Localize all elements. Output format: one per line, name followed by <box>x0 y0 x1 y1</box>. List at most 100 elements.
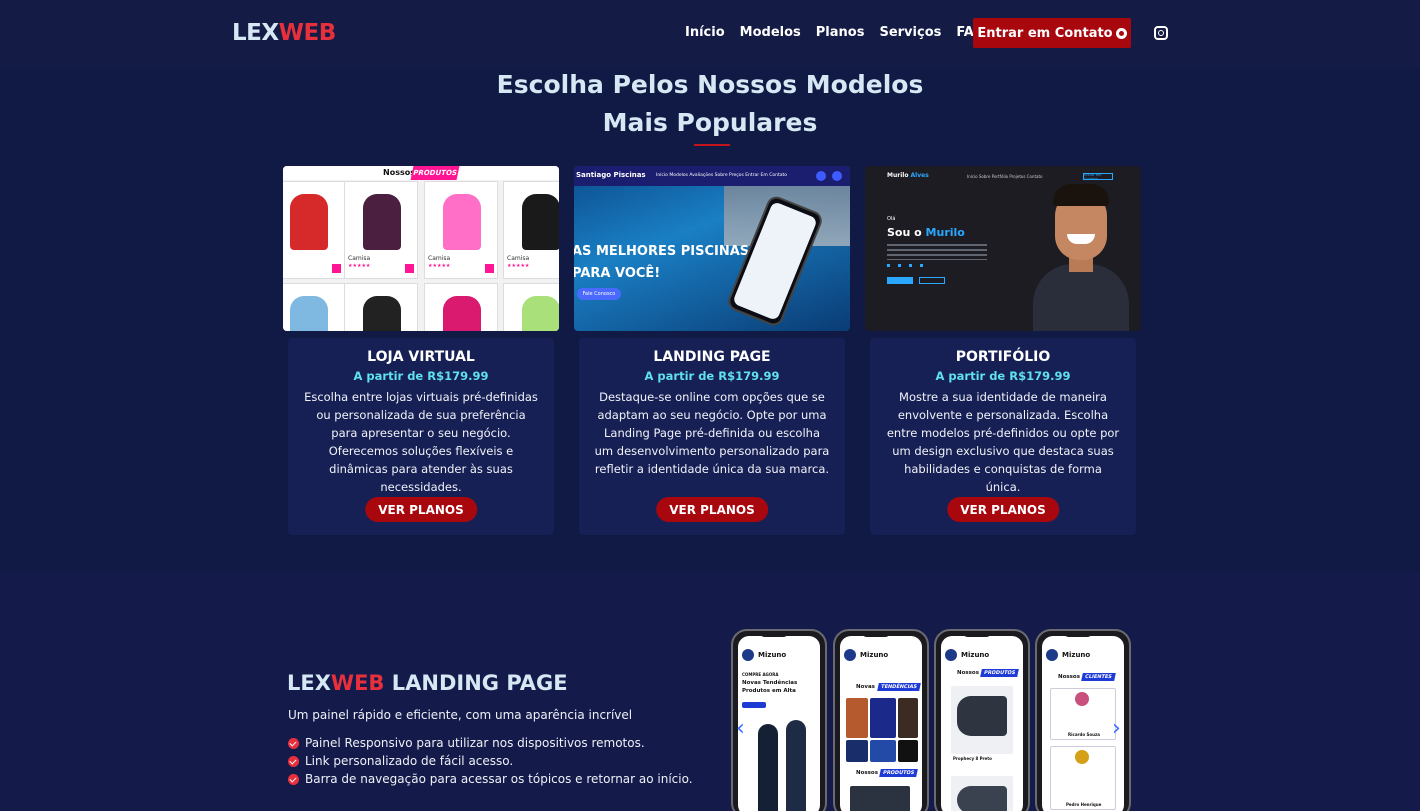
product-card: Camisa ★★★★★ <box>503 181 559 279</box>
phone-section-tag: PRODUTOS <box>879 769 919 777</box>
portfolio-headline-part2: Murilo <box>925 226 965 239</box>
top-navbar: LEXWEB Início Modelos Planos Serviços FA… <box>0 0 1420 68</box>
product-card: Camisa ★★★★★ <box>344 181 418 279</box>
menu-servicos[interactable]: Serviços <box>879 25 941 40</box>
product-card <box>283 181 345 279</box>
carousel-next-icon[interactable]: › <box>1112 716 1121 741</box>
product-card <box>503 283 559 331</box>
shirt-image <box>363 194 401 250</box>
portrait-hair <box>1053 184 1109 206</box>
product-card <box>424 283 498 331</box>
shirt-image <box>290 194 328 250</box>
avatar <box>1075 750 1089 764</box>
heading-underline <box>694 144 730 146</box>
model-card-landing-page: LANDING PAGE A partir de R$179.99 Destaq… <box>579 338 845 535</box>
store-preview-title: Nossos <box>383 168 415 177</box>
mizuno-logo-icon <box>1046 649 1058 661</box>
carousel-prev-icon[interactable]: ‹ <box>736 716 745 741</box>
check-circle-icon <box>288 737 299 749</box>
card-description: Destaque-se online com opções que se ada… <box>594 390 830 476</box>
portfolio-preview-button <box>887 277 913 284</box>
card-title: PORTIFÓLIO <box>955 349 1051 365</box>
phone-header: Mizuno <box>941 646 1023 664</box>
phone-section-tag: PRODUTOS <box>980 669 1020 677</box>
portfolio-social-icons <box>887 264 927 267</box>
cart-icon <box>332 264 341 273</box>
contact-button[interactable]: Entrar em Contato <box>973 18 1131 48</box>
portfolio-preview-paragraph <box>887 244 987 260</box>
product-image <box>850 786 910 811</box>
ver-planos-button[interactable]: VER PLANOS <box>947 497 1059 522</box>
gallery-image <box>846 740 868 762</box>
phone-brand: Mizuno <box>758 651 787 659</box>
menu-planos[interactable]: Planos <box>816 25 865 40</box>
shirt-image <box>443 296 481 331</box>
runner-figure <box>758 724 778 811</box>
store-preview-image: Nossos PRODUTOS Camisa ★★★★★ Camisa ★★★★… <box>283 166 559 331</box>
portfolio-preview-image: Murilo Alves Início Sobre Portfólio Proj… <box>865 166 1141 331</box>
menu-inicio[interactable]: Início <box>685 25 725 40</box>
sneaker-image <box>957 786 1007 811</box>
phone-section-label: Nossos <box>957 670 979 676</box>
section-heading-line1: Escolha Pelos Nossos Modelos <box>496 70 924 99</box>
phone-section-tag: CLIENTES <box>1081 673 1116 681</box>
feature-item: Painel Responsivo para utilizar nos disp… <box>288 736 645 750</box>
ver-planos-button[interactable]: VER PLANOS <box>656 497 768 522</box>
phone-section-tag: TENDÊNCIAS <box>877 683 921 691</box>
card-price: A partir de R$179.99 <box>935 369 1071 383</box>
ver-planos-button[interactable]: VER PLANOS <box>365 497 477 522</box>
logo-part-web: WEB <box>278 20 337 46</box>
product-card <box>283 283 345 331</box>
menu-modelos[interactable]: Modelos <box>740 25 801 40</box>
gallery-image <box>870 698 896 738</box>
contact-button-label: Entrar em Contato <box>977 25 1113 41</box>
landing-title-web: WEB <box>330 671 385 695</box>
avatar <box>1075 692 1089 706</box>
rating-stars: ★★★★★ <box>428 263 451 269</box>
landing-section <box>0 573 1420 811</box>
feature-text: Painel Responsivo para utilizar nos disp… <box>305 736 645 750</box>
sneaker-image <box>957 696 1007 736</box>
model-card-loja-virtual: LOJA VIRTUAL A partir de R$179.99 Escolh… <box>288 338 554 535</box>
portfolio-preview-brand: Murilo Alves <box>887 172 929 179</box>
landing-title-lex: LEX <box>287 671 331 695</box>
logo[interactable]: LEXWEB <box>232 20 336 46</box>
pool-preview-brand: Santiago Piscinas <box>576 171 646 179</box>
phone-notch <box>759 631 789 637</box>
feature-item: Link personalizado de fácil acesso. <box>288 754 513 768</box>
shirt-image <box>290 296 328 331</box>
pool-preview-headline2: PARA VOCÊ! <box>574 266 661 281</box>
store-preview-tag: PRODUTOS <box>410 166 460 180</box>
shirt-image <box>522 194 559 250</box>
gallery-image <box>898 740 918 762</box>
shirt-image <box>522 296 559 331</box>
phone-mockup-1: Mizuno COMPRE AGORA Novas Tendências Pro… <box>731 629 827 811</box>
client-name: Ricardo Souza <box>1068 732 1101 737</box>
portfolio-preview-greeting: Olá <box>887 216 896 222</box>
product-card: Camisa ★★★★★ <box>424 181 498 279</box>
portfolio-preview-links: Início Sobre Portfólio Projetos Contato <box>967 174 1043 179</box>
card-description: Escolha entre lojas virtuais pré-definid… <box>304 390 538 494</box>
mizuno-logo-icon <box>844 649 856 661</box>
card-title: LANDING PAGE <box>653 349 771 365</box>
pool-preview-cta: Fale Conosco <box>577 288 621 300</box>
portfolio-preview-headline: Sou o Murilo <box>887 226 965 239</box>
product-name: Prophecy 8 Preto <box>953 756 992 761</box>
phone-header: Mizuno <box>1042 646 1124 664</box>
pool-preview-links: Início Modelos Avaliações Sobre Preços E… <box>656 173 788 178</box>
rating-stars: ★★★★★ <box>507 263 530 269</box>
pool-preview-image: Santiago Piscinas Início Modelos Avaliaç… <box>574 166 850 331</box>
portfolio-brand-first: Murilo <box>887 172 909 179</box>
instagram-icon[interactable] <box>1154 26 1168 40</box>
portfolio-preview-button <box>919 277 945 284</box>
portfolio-brand-last: Alves <box>910 172 929 179</box>
cart-icon <box>405 264 414 273</box>
card-description: Mostre a sua identidade de maneira envol… <box>886 390 1120 494</box>
card-price: A partir de R$179.99 <box>644 369 780 383</box>
cart-icon <box>485 264 494 273</box>
product-card <box>344 283 418 331</box>
phone-headline: Novas Tendências Produtos em Alta <box>742 680 798 694</box>
phone-mockup-2: Mizuno Novas TENDÊNCIAS Nossos PRODUTOS <box>833 629 929 811</box>
feature-text: Link personalizado de fácil acesso. <box>305 754 514 768</box>
model-card-portfolio: PORTIFÓLIO A partir de R$179.99 Mostre a… <box>870 338 1136 535</box>
